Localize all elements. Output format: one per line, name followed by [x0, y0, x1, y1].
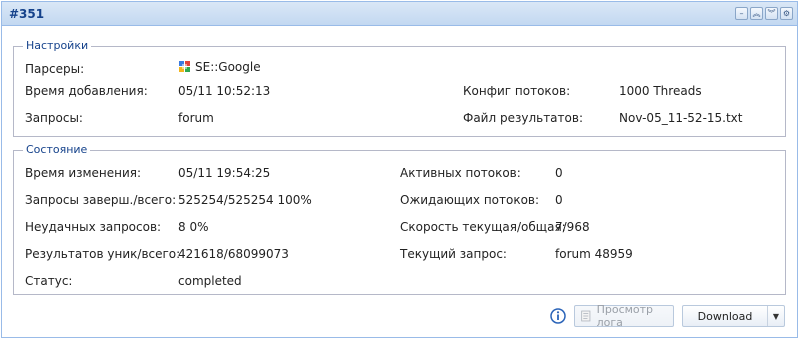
current-query-value: forum 48959 — [555, 247, 633, 261]
state-fieldset: Состояние Время изменения: 05/11 19:54:2… — [13, 143, 786, 295]
log-icon — [581, 310, 591, 322]
waiting-threads-value: 0 — [555, 193, 563, 207]
active-threads-value: 0 — [555, 166, 563, 180]
panel-tools: – ︽ ︾ ⚙ — [735, 7, 793, 20]
parsers-value: SE::Google — [195, 60, 261, 74]
panel-header: #351 – ︽ ︾ ⚙ — [2, 2, 797, 26]
queries-done-label: Запросы заверш./всего: — [25, 193, 177, 207]
queries-done-value: 525254/525254 100% — [178, 193, 312, 207]
download-button[interactable]: Download ▼ — [682, 305, 785, 327]
move-up-icon[interactable]: ︽ — [750, 7, 763, 20]
status-value: completed — [178, 274, 242, 288]
state-legend: Состояние — [23, 143, 91, 157]
failed-queries-value: 8 0% — [178, 220, 209, 234]
settings-legend: Настройки — [23, 39, 92, 53]
gear-icon[interactable]: ⚙ — [780, 7, 793, 20]
results-value: 421618/68099073 — [178, 247, 289, 261]
threads-config-label: Конфиг потоков: — [463, 84, 571, 98]
queries-value: forum — [178, 111, 214, 125]
threads-config-value: 1000 Threads — [619, 84, 702, 98]
current-query-label: Текущий запрос: — [400, 247, 507, 261]
task-panel: #351 – ︽ ︾ ⚙ Настройки Парсеры: SE::Goog… — [1, 1, 798, 338]
speed-label: Скорость текущая/общая: — [400, 220, 566, 234]
download-label: Download — [697, 309, 753, 323]
panel-title: #351 — [9, 7, 45, 21]
settings-fieldset: Настройки Парсеры: SE::Google Время доба… — [13, 39, 786, 137]
parsers-label: Парсеры: — [25, 62, 85, 76]
added-time-value: 05/11 10:52:13 — [178, 84, 271, 98]
queries-label: Запросы: — [25, 111, 83, 125]
view-log-label: Просмотр лога — [596, 303, 654, 329]
results-label: Результатов уник/всего: — [25, 247, 181, 261]
action-bar: Просмотр лога Download ▼ — [550, 303, 785, 329]
active-threads-label: Активных потоков: — [400, 166, 521, 180]
waiting-threads-label: Ожидающих потоков: — [400, 193, 540, 207]
changed-time-label: Время изменения: — [25, 166, 142, 180]
google-icon — [179, 61, 190, 72]
results-file-label: Файл результатов: — [463, 111, 583, 125]
move-down-icon[interactable]: ︾ — [765, 7, 778, 20]
changed-time-value: 05/11 19:54:25 — [178, 166, 271, 180]
view-log-button[interactable]: Просмотр лога — [574, 303, 674, 329]
speed-value: 7/968 — [555, 220, 590, 234]
status-label: Статус: — [25, 274, 73, 288]
results-file-value: Nov-05_11-52-15.txt — [619, 111, 743, 125]
parsers-value-wrap: SE::Google — [178, 60, 261, 74]
info-icon[interactable] — [550, 308, 566, 324]
minimize-icon[interactable]: – — [735, 7, 748, 20]
added-time-label: Время добавления: — [25, 84, 148, 98]
chevron-down-icon[interactable]: ▼ — [767, 306, 784, 326]
failed-queries-label: Неудачных запросов: — [25, 220, 162, 234]
